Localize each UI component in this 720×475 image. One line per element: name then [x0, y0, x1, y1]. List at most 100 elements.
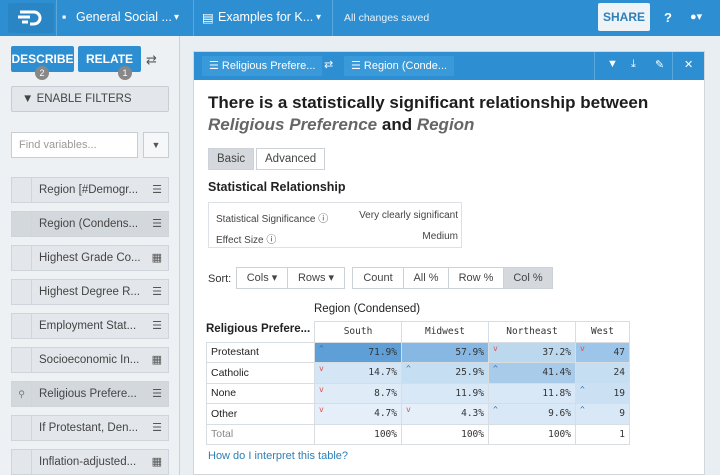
- total-cell: 100%: [314, 423, 402, 445]
- row-label[interactable]: Other: [206, 403, 315, 425]
- headline-text: There is a statistically significant rel…: [208, 93, 649, 112]
- variable-item[interactable]: Region (Condens... ☰: [11, 211, 169, 237]
- divider: [332, 0, 333, 36]
- chevron-down-icon[interactable]: ▼: [143, 132, 169, 158]
- significance-up-icon: ^: [580, 405, 585, 414]
- download-icon[interactable]: ⤓: [631, 58, 636, 71]
- row-label[interactable]: Catholic: [206, 362, 315, 384]
- table-row: Other v 4.7% v 4.3% ^ 9.6% ^ 9: [206, 403, 630, 425]
- crosstab-table: South Midwest Northeast West Protestant ^…: [206, 321, 630, 445]
- grip-icon[interactable]: [12, 450, 32, 474]
- grip-icon[interactable]: [12, 246, 32, 270]
- table-cell[interactable]: ^ 19: [575, 382, 630, 404]
- column-header[interactable]: Midwest: [401, 321, 489, 343]
- dataset-caret-icon[interactable]: ▾: [316, 12, 321, 23]
- tab-basic[interactable]: Basic: [208, 148, 255, 170]
- table-cell[interactable]: 11.8%: [488, 382, 576, 404]
- dataset-name[interactable]: Examples for K...: [218, 10, 313, 24]
- variable-label: Highest Degree R...: [39, 286, 140, 298]
- table-cell[interactable]: ^ 71.9%: [314, 341, 402, 363]
- view-count-button[interactable]: Count: [352, 267, 404, 289]
- close-icon[interactable]: ✕: [684, 58, 693, 71]
- variable-pill-1[interactable]: ☰ Religious Prefere...: [202, 56, 323, 76]
- project-name[interactable]: General Social ...: [76, 10, 172, 24]
- cell-value: 19: [613, 387, 625, 399]
- variable-item[interactable]: Inflation-adjusted... ▦: [11, 449, 169, 475]
- variable-item[interactable]: ⚲ Religious Prefere... ☰: [11, 381, 169, 407]
- cell-value: 9.6%: [548, 408, 571, 420]
- grip-icon[interactable]: [12, 348, 32, 372]
- filter-icon[interactable]: ▼: [607, 58, 618, 70]
- project-caret-icon[interactable]: ▾: [174, 12, 179, 23]
- help-icon[interactable]: ?: [664, 10, 672, 25]
- view-col-percent-button[interactable]: Col %: [503, 267, 553, 289]
- grip-icon[interactable]: [12, 280, 32, 304]
- row-label[interactable]: Protestant: [206, 341, 315, 363]
- variable-pill-label: Religious Prefere...: [221, 60, 316, 72]
- table-cell[interactable]: v 4.3%: [401, 403, 489, 425]
- view-row-percent-button[interactable]: Row %: [448, 267, 504, 289]
- variable-pill-2[interactable]: ☰ Region (Conde...: [344, 56, 455, 76]
- cell-value: 11.9%: [455, 387, 484, 399]
- table-cell[interactable]: v 47: [575, 341, 630, 363]
- variable-item[interactable]: Region [#Demogr... ☰: [11, 177, 169, 203]
- relate-button[interactable]: RELATE: [78, 46, 141, 72]
- sort-cols-button[interactable]: Cols ▾: [236, 267, 288, 289]
- grip-icon[interactable]: [12, 314, 32, 338]
- dataset-icon: ▤: [202, 11, 214, 25]
- variable-item[interactable]: Highest Degree R... ☰: [11, 279, 169, 305]
- variable-item[interactable]: Employment Stat... ☰: [11, 313, 169, 339]
- table-cell[interactable]: ^ 25.9%: [401, 362, 489, 384]
- app-logo[interactable]: [8, 3, 54, 33]
- table-cell[interactable]: 57.9%: [401, 341, 489, 363]
- table-cell[interactable]: ^ 9.6%: [488, 403, 576, 425]
- panel-header: ☰ Religious Prefere... ⇄ ☰ Region (Conde…: [194, 52, 704, 80]
- grip-icon[interactable]: [12, 178, 32, 202]
- variable-item[interactable]: If Protestant, Den... ☰: [11, 415, 169, 441]
- cell-value: 8.7%: [374, 387, 397, 399]
- edit-icon[interactable]: ✎: [655, 58, 664, 71]
- divider: [56, 0, 57, 36]
- table-cell[interactable]: ^ 9: [575, 403, 630, 425]
- enable-filters-button[interactable]: ▼ ENABLE FILTERS: [11, 86, 169, 112]
- section-title: Statistical Relationship: [208, 180, 346, 194]
- column-header[interactable]: Northeast: [488, 321, 576, 343]
- variable-item[interactable]: Highest Grade Co... ▦: [11, 245, 169, 271]
- info-icon[interactable]: ⓘ: [266, 235, 276, 246]
- table-cell[interactable]: v 4.7%: [314, 403, 402, 425]
- table-cell[interactable]: v 8.7%: [314, 382, 402, 404]
- effect-size-value: Medium: [422, 231, 458, 242]
- column-header[interactable]: South: [314, 321, 402, 343]
- view-all-percent-button[interactable]: All %: [403, 267, 449, 289]
- total-row: Total 100% 100% 100% 1: [206, 423, 630, 445]
- significance-down-icon: v: [319, 384, 324, 394]
- row-label[interactable]: None: [206, 382, 315, 404]
- significance-down-icon: v: [406, 405, 411, 414]
- find-variables-input[interactable]: Find variables...: [11, 132, 138, 158]
- grip-icon[interactable]: [12, 212, 32, 236]
- cell-value: 37.2%: [542, 346, 571, 358]
- swap-icon[interactable]: ⇄: [324, 58, 333, 71]
- info-icon[interactable]: ⓘ: [318, 214, 328, 225]
- interpret-help-link[interactable]: How do I interpret this table?: [208, 450, 348, 462]
- variable-label: If Protestant, Den...: [39, 422, 139, 434]
- share-button[interactable]: SHARE: [598, 3, 650, 31]
- sort-rows-button[interactable]: Rows ▾: [287, 267, 345, 289]
- cell-value: 11.8%: [542, 387, 571, 399]
- swap-icon[interactable]: ⇄: [146, 52, 157, 68]
- table-cell[interactable]: 24: [575, 362, 630, 384]
- tab-advanced[interactable]: Advanced: [256, 148, 326, 170]
- user-menu-icon[interactable]: ●▾: [690, 10, 702, 23]
- column-header[interactable]: West: [575, 321, 630, 343]
- table-cell[interactable]: v 37.2%: [488, 341, 576, 363]
- table-cell[interactable]: 11.9%: [401, 382, 489, 404]
- table-cell[interactable]: v 14.7%: [314, 362, 402, 384]
- key-icon[interactable]: ⚲: [12, 382, 32, 406]
- chart-icon: ▦: [151, 252, 162, 264]
- table-cell[interactable]: ^ 41.4%: [488, 362, 576, 384]
- list-icon: ☰: [152, 218, 162, 230]
- grip-icon[interactable]: [12, 416, 32, 440]
- cell-value: 9: [619, 408, 625, 420]
- variable-item[interactable]: Socioeconomic In... ▦: [11, 347, 169, 373]
- variable-label: Employment Stat...: [39, 320, 137, 332]
